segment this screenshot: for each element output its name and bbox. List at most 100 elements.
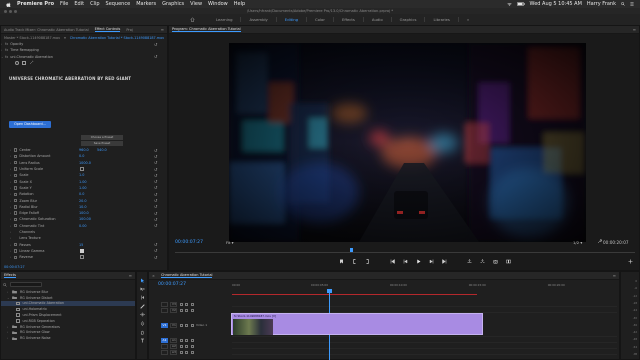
track-header[interactable]: A3 xyxy=(149,349,232,355)
lock-icon[interactable] xyxy=(179,302,183,306)
reset-icon[interactable]: ↺ xyxy=(154,198,157,203)
program-scrubber[interactable] xyxy=(175,248,635,253)
menu-markers[interactable]: Markers xyxy=(136,1,156,7)
eye-icon[interactable] xyxy=(190,308,194,312)
param-value[interactable]: 20.0 xyxy=(79,199,87,203)
track-target-toggle[interactable]: V1 xyxy=(161,322,168,328)
add-button-icon[interactable] xyxy=(628,259,633,264)
rectangle-mask-icon[interactable] xyxy=(22,60,26,65)
timeline-clip[interactable]: fx Stock-1149088187.mov [V] xyxy=(231,313,483,335)
reset-icon[interactable]: ↺ xyxy=(154,160,157,165)
stopwatch-icon[interactable] xyxy=(14,198,18,203)
track-target-toggle[interactable] xyxy=(161,343,168,349)
stopwatch-icon[interactable] xyxy=(14,154,18,159)
menu-sequence[interactable]: Sequence xyxy=(106,1,131,7)
panel-menu-icon[interactable]: ≡ xyxy=(129,273,132,278)
reset-icon[interactable]: ↺ xyxy=(154,217,157,222)
program-video-frame[interactable] xyxy=(229,43,586,242)
param-checkbox[interactable] xyxy=(80,167,84,172)
track-name[interactable]: V3 xyxy=(170,301,178,307)
reset-icon[interactable]: ↺ xyxy=(154,185,157,190)
ripple-edit-tool-icon[interactable] xyxy=(140,295,145,300)
menu-window[interactable]: Window xyxy=(208,1,228,7)
stopwatch-icon[interactable] xyxy=(14,217,18,222)
program-timecode[interactable]: 00:00:07:27 xyxy=(175,240,203,245)
effect-row-chromatic-aberration[interactable]: ⌄ fx uni.Chromatic Aberration ↺ xyxy=(1,54,167,60)
tab-effects[interactable]: Effects xyxy=(4,273,16,278)
reset-icon[interactable]: ↺ xyxy=(154,248,157,253)
program-playhead[interactable] xyxy=(349,248,353,252)
twirl-icon[interactable]: › xyxy=(10,243,13,247)
solo-icon[interactable] xyxy=(190,350,194,354)
step-back-icon[interactable] xyxy=(403,259,408,264)
ellipse-mask-icon[interactable] xyxy=(15,60,19,65)
twirl-icon[interactable]: › xyxy=(10,249,13,253)
track-name[interactable]: A1 xyxy=(170,337,178,343)
workspace-color[interactable]: Color xyxy=(307,17,334,22)
workspace-overflow[interactable]: » xyxy=(459,17,477,22)
sync-icon[interactable] xyxy=(185,302,189,306)
twirl-icon[interactable]: › xyxy=(10,205,13,209)
stopwatch-icon[interactable] xyxy=(14,255,18,259)
param-value[interactable]: 0.0 xyxy=(79,192,84,196)
home-icon[interactable] xyxy=(190,17,195,22)
twirl-icon[interactable]: › xyxy=(10,154,13,158)
wifi-icon[interactable] xyxy=(506,2,512,7)
lift-icon[interactable] xyxy=(467,259,472,264)
twirl-icon[interactable]: › xyxy=(10,255,13,259)
twirl-icon[interactable]: › xyxy=(10,199,13,203)
eye-icon[interactable] xyxy=(190,302,194,306)
time-ruler[interactable]: 00:00 00:00:05:00 00:00:10:00 00:00:15:00 00… xyxy=(232,283,617,291)
stopwatch-icon[interactable] xyxy=(14,148,18,152)
tab-project[interactable]: Proj xyxy=(126,28,133,32)
stopwatch-icon[interactable] xyxy=(14,179,18,184)
hand-tool-icon[interactable] xyxy=(140,330,145,335)
reset-icon[interactable]: ↺ xyxy=(154,54,157,59)
param-row[interactable]: › Reverse ↺ xyxy=(1,254,167,260)
reset-icon[interactable]: ↺ xyxy=(154,42,157,47)
mute-icon[interactable] xyxy=(185,338,189,342)
mark-in-icon[interactable] xyxy=(352,259,357,264)
twirl-icon[interactable]: › xyxy=(10,192,13,196)
param-value[interactable]: 100.0 xyxy=(79,211,89,215)
param-value[interactable]: 1000.0 xyxy=(79,161,91,165)
fx-icon[interactable]: fx xyxy=(5,42,8,46)
open-dashboard-button[interactable]: Open Dashboard... xyxy=(9,121,51,128)
lock-icon[interactable] xyxy=(179,344,183,348)
stopwatch-icon[interactable] xyxy=(14,186,18,190)
export-frame-icon[interactable] xyxy=(493,259,498,264)
minimize-window-button[interactable] xyxy=(9,9,12,13)
master-clip-label[interactable]: Master * Stock-1149088187.mov xyxy=(4,36,60,40)
zoom-level-select[interactable]: Fit ▾ xyxy=(226,240,234,245)
stopwatch-icon[interactable] xyxy=(14,167,18,171)
menubar-user[interactable]: Harry Frank xyxy=(587,1,616,7)
menu-app-name[interactable]: Premiere Pro xyxy=(17,1,54,7)
twirl-icon[interactable]: › xyxy=(10,180,13,184)
pen-mask-icon[interactable] xyxy=(29,60,34,65)
effects-folder[interactable]: › RG Universe Noise xyxy=(1,335,135,341)
param-checkbox[interactable] xyxy=(80,255,84,260)
sync-icon[interactable] xyxy=(185,323,189,327)
workspace-assembly[interactable]: Assembly xyxy=(241,17,277,22)
reset-icon[interactable]: ↺ xyxy=(154,179,157,184)
param-value[interactable]: 960.0 xyxy=(79,148,89,152)
reset-icon[interactable]: ↺ xyxy=(154,154,157,159)
param-checkbox[interactable] xyxy=(80,248,84,253)
param-value[interactable]: 1.0 xyxy=(79,173,84,177)
tab-sequence[interactable]: Chromatic Aberration Tutorial xyxy=(160,273,213,278)
twirl-icon[interactable]: › xyxy=(10,211,13,215)
twirl-open-icon[interactable]: ⌄ xyxy=(1,55,4,59)
track-target-toggle[interactable] xyxy=(161,301,168,307)
panel-menu-icon[interactable]: ≡ xyxy=(613,273,616,278)
param-value[interactable]: 0.0 xyxy=(79,154,84,158)
track-name[interactable]: V1 xyxy=(170,322,178,328)
tab-audio-track-mixer[interactable]: Audio Track Mixer: Chromatic Aberration … xyxy=(4,28,89,32)
apple-icon[interactable] xyxy=(6,2,11,7)
tab-effect-controls[interactable]: Effect Controls xyxy=(94,27,121,32)
track-name[interactable]: V2 xyxy=(170,307,178,313)
panel-menu-icon[interactable]: ≡ xyxy=(161,27,164,32)
track-lane[interactable] xyxy=(232,349,617,355)
stopwatch-icon[interactable] xyxy=(14,211,18,215)
menu-view[interactable]: View xyxy=(190,1,202,7)
twirl-icon[interactable]: › xyxy=(10,217,13,221)
